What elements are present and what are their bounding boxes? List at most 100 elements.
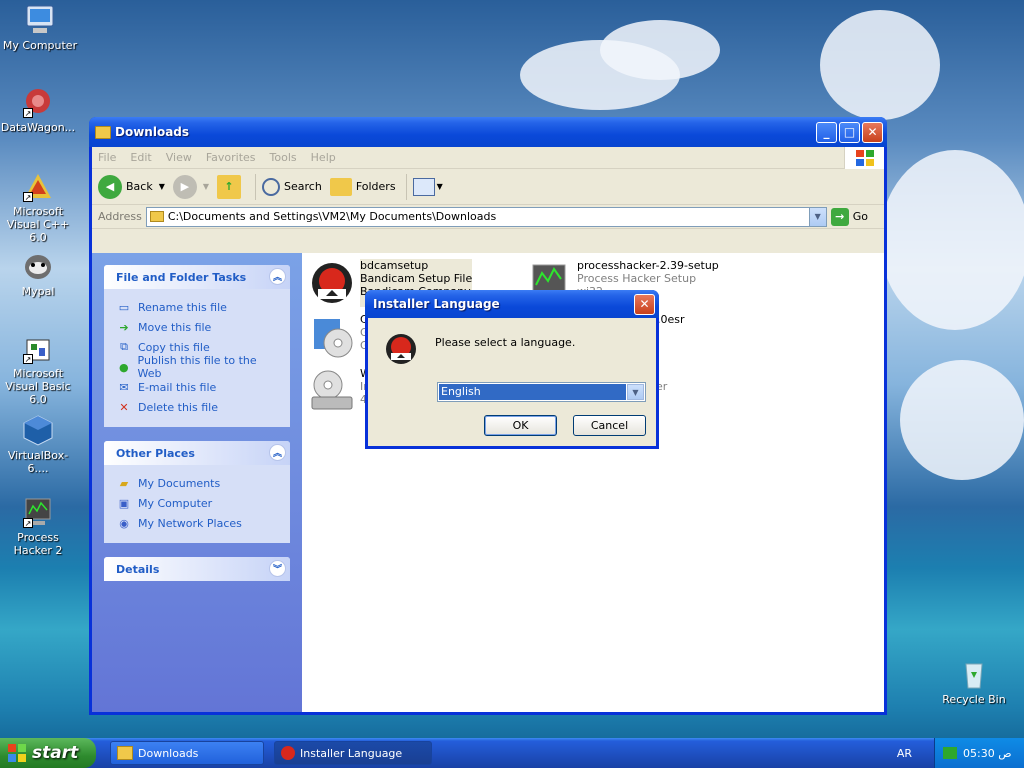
details-panel: Details ︾: [104, 557, 290, 581]
dialog-titlebar[interactable]: Installer Language ✕: [365, 290, 659, 318]
shortcut-arrow-icon: ↗: [23, 108, 33, 118]
task-move[interactable]: ➔ Move this file: [116, 317, 280, 337]
desktop-icon-recycle-bin[interactable]: Recycle Bin: [934, 658, 1014, 706]
chevron-down-icon[interactable]: ▼: [627, 384, 644, 400]
recycle-bin-icon: [957, 658, 991, 690]
search-icon: [262, 177, 281, 196]
datawagon-icon: ↗: [21, 86, 55, 118]
bandicam-icon: [308, 259, 356, 307]
folder-icon: [117, 746, 133, 760]
globe-icon: ●: [118, 360, 129, 374]
desktop-icon-mypal[interactable]: Mypal: [0, 250, 78, 298]
rename-icon: ▭: [118, 300, 130, 314]
panel-header[interactable]: File and Folder Tasks ︽: [104, 265, 290, 289]
file-item[interactable]: W In 4 er: [308, 367, 667, 415]
menu-help[interactable]: Help: [311, 151, 336, 164]
dialog-title: Installer Language: [373, 297, 500, 311]
language-select[interactable]: English ▼: [437, 382, 646, 402]
taskbar: start Downloads Installer Language AR 05…: [0, 738, 1024, 768]
desktop-icon-visual-cpp[interactable]: ↗ Microsoft Visual C++ 6.0: [0, 170, 78, 244]
delete-icon: ✕: [119, 400, 129, 414]
cloud: [900, 360, 1024, 480]
desktop-icon-visual-basic[interactable]: ↗ Microsoft Visual Basic 6.0: [0, 332, 78, 406]
bandicam-icon: [384, 332, 418, 366]
cloud: [880, 150, 1024, 330]
address-input[interactable]: C:\Documents and Settings\VM2\My Documen…: [145, 206, 827, 227]
cloud: [820, 10, 940, 120]
place-my-network[interactable]: ◉ My Network Places: [116, 513, 280, 533]
start-button[interactable]: start: [0, 738, 96, 768]
panel-header[interactable]: Other Places ︽: [104, 441, 290, 465]
go-button[interactable]: → Go: [830, 207, 868, 226]
taskbar-button-installer-language[interactable]: Installer Language: [274, 741, 432, 765]
cancel-button[interactable]: Cancel: [573, 415, 646, 436]
task-pane: File and Folder Tasks ︽ ▭ Rename this fil…: [92, 253, 302, 712]
close-button[interactable]: ✕: [862, 121, 883, 143]
window-title: Downloads: [115, 125, 190, 139]
mypal-icon: [21, 250, 55, 282]
toolbar: ◀ Back ▼ ▶ ▼ ↑ Search Folders ▼: [92, 169, 884, 205]
maximize-button[interactable]: □: [839, 121, 860, 143]
dialog-message: Please select a language.: [435, 336, 576, 349]
chevron-down-icon[interactable]: ▼: [203, 182, 209, 191]
forward-button[interactable]: ▶ ▼: [172, 174, 209, 199]
views-icon: [412, 177, 435, 196]
back-button[interactable]: ◀ Back ▼: [98, 174, 165, 199]
panel-header[interactable]: Details ︾: [104, 557, 290, 581]
virtualbox-icon: [21, 414, 55, 446]
clock[interactable]: 05:30 ص: [963, 747, 1012, 760]
cloud: [600, 20, 720, 80]
menu-file[interactable]: File: [98, 151, 116, 164]
taskbar-button-downloads[interactable]: Downloads: [110, 741, 264, 765]
file-item[interactable]: C G G 9.0esr: [308, 313, 685, 361]
process-hacker-icon: ↗: [21, 496, 55, 528]
shortcut-arrow-icon: ↗: [23, 518, 33, 528]
up-folder-button[interactable]: ↑: [217, 174, 245, 199]
installer-language-dialog[interactable]: Installer Language ✕ Please select a lan…: [365, 290, 659, 449]
menu-tools[interactable]: Tools: [270, 151, 297, 164]
selected-language: English: [439, 384, 626, 400]
go-arrow-icon: →: [830, 207, 849, 226]
forward-arrow-icon: ▶: [172, 174, 197, 199]
expand-icon[interactable]: ︾: [269, 560, 286, 577]
collapse-icon[interactable]: ︽: [269, 444, 286, 461]
explorer-titlebar[interactable]: Downloads _ □ ✕: [89, 117, 887, 147]
desktop-icon-my-computer[interactable]: My Computer: [0, 4, 80, 52]
task-publish[interactable]: ● Publish this file to the Web: [116, 354, 280, 380]
task-email[interactable]: ✉ E-mail this file: [116, 377, 280, 397]
visual-basic-icon: ↗: [21, 332, 55, 364]
desktop-icon-virtualbox[interactable]: VirtualBox-6....: [0, 414, 78, 475]
menu-edit[interactable]: Edit: [130, 151, 151, 164]
dialog-close-button[interactable]: ✕: [634, 293, 655, 315]
system-tray: 05:30 ص: [934, 738, 1024, 768]
chevron-down-icon[interactable]: ▼: [159, 182, 165, 191]
other-places-panel: Other Places ︽ ▰ My Documents ▣ My Compute…: [104, 441, 290, 543]
search-button[interactable]: Search: [262, 177, 322, 196]
desktop-icon-process-hacker[interactable]: ↗ Process Hacker 2: [0, 496, 78, 557]
views-button[interactable]: ▼: [412, 177, 443, 196]
toolbar-separator: [405, 173, 407, 200]
network-tray-icon[interactable]: [943, 747, 957, 759]
minimize-button[interactable]: _: [816, 121, 837, 143]
windows-flag-icon: [844, 147, 884, 169]
installer-disk-icon: [308, 367, 356, 415]
folders-button[interactable]: Folders: [329, 177, 396, 196]
collapse-icon[interactable]: ︽: [269, 268, 286, 285]
ok-button[interactable]: OK: [484, 415, 557, 436]
language-indicator[interactable]: AR: [897, 747, 912, 760]
up-folder-icon: ↑: [217, 174, 242, 199]
menu-view[interactable]: View: [166, 151, 192, 164]
place-my-computer[interactable]: ▣ My Computer: [116, 493, 280, 513]
shortcut-arrow-icon: ↗: [23, 354, 33, 364]
task-rename[interactable]: ▭ Rename this file: [116, 297, 280, 317]
chevron-down-icon: ▼: [436, 182, 443, 191]
menu-favorites[interactable]: Favorites: [206, 151, 256, 164]
shortcut-arrow-icon: ↗: [23, 192, 33, 202]
desktop-icon-datawagon[interactable]: ↗ DataWagon...: [0, 86, 78, 134]
my-computer-icon: ▣: [118, 496, 130, 510]
task-delete[interactable]: ✕ Delete this file: [116, 397, 280, 417]
installer-cd-icon: [308, 313, 356, 361]
chevron-down-icon[interactable]: ▼: [808, 207, 826, 226]
folder-icon: [149, 211, 164, 222]
place-my-documents[interactable]: ▰ My Documents: [116, 473, 280, 493]
